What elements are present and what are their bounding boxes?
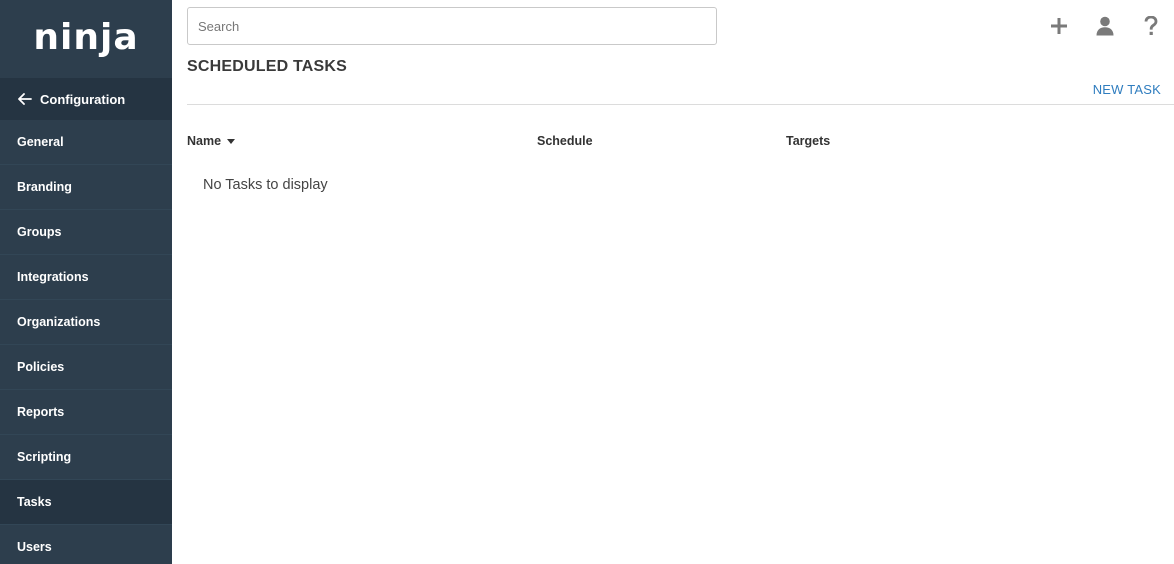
caret-down-icon — [227, 138, 236, 144]
user-icon[interactable] — [1082, 12, 1128, 40]
column-header-schedule[interactable]: Schedule — [537, 134, 593, 148]
column-label: Schedule — [537, 134, 593, 148]
sidebar-item-groups[interactable]: Groups — [0, 210, 172, 255]
sidebar-item-label: Groups — [17, 225, 62, 239]
sidebar-item-label: Reports — [17, 405, 65, 419]
sidebar-item-tasks[interactable]: Tasks — [0, 480, 172, 525]
column-label: Targets — [786, 134, 831, 148]
empty-state-message: No Tasks to display — [203, 177, 328, 193]
back-label: Configuration — [40, 91, 126, 107]
new-task-link[interactable]: NEW TASK — [1093, 82, 1161, 97]
plus-icon[interactable] — [1036, 12, 1082, 40]
main-content: SCHEDULED TASKS NEW TASK Name Schedule T… — [172, 0, 1174, 564]
sidebar-item-users[interactable]: Users — [0, 525, 172, 564]
column-label: Name — [187, 134, 222, 148]
sidebar-item-policies[interactable]: Policies — [0, 345, 172, 390]
column-header-name[interactable]: Name — [187, 134, 236, 148]
page-title: SCHEDULED TASKS — [187, 58, 348, 75]
sidebar-item-label: Policies — [17, 360, 65, 374]
sidebar-item-label: Users — [17, 540, 52, 554]
sidebar-item-label: Organizations — [17, 315, 101, 329]
divider — [187, 104, 1174, 105]
sidebar-item-label: Scripting — [17, 450, 72, 464]
sidebar: ninja Configuration General Branding Gro… — [0, 0, 172, 564]
logo-text: ninja — [33, 16, 139, 58]
sidebar-nav: General Branding Groups Integrations Org… — [0, 120, 172, 564]
search-input[interactable] — [187, 7, 717, 45]
sidebar-item-scripting[interactable]: Scripting — [0, 435, 172, 480]
arrow-left-icon — [18, 93, 32, 105]
sidebar-item-integrations[interactable]: Integrations — [0, 255, 172, 300]
sidebar-item-label: Integrations — [17, 270, 89, 284]
sidebar-item-branding[interactable]: Branding — [0, 165, 172, 210]
table-header: Name Schedule Targets — [187, 134, 1167, 152]
back-to-configuration[interactable]: Configuration — [0, 78, 172, 120]
sidebar-item-label: Branding — [17, 180, 72, 194]
top-toolbar — [1036, 12, 1174, 40]
column-header-targets[interactable]: Targets — [786, 134, 830, 148]
sidebar-item-label: General — [17, 135, 64, 149]
logo[interactable]: ninja — [0, 0, 172, 78]
help-icon[interactable] — [1128, 12, 1174, 40]
sidebar-item-organizations[interactable]: Organizations — [0, 300, 172, 345]
sidebar-item-label: Tasks — [17, 495, 52, 509]
sidebar-item-reports[interactable]: Reports — [0, 390, 172, 435]
sidebar-item-general[interactable]: General — [0, 120, 172, 165]
